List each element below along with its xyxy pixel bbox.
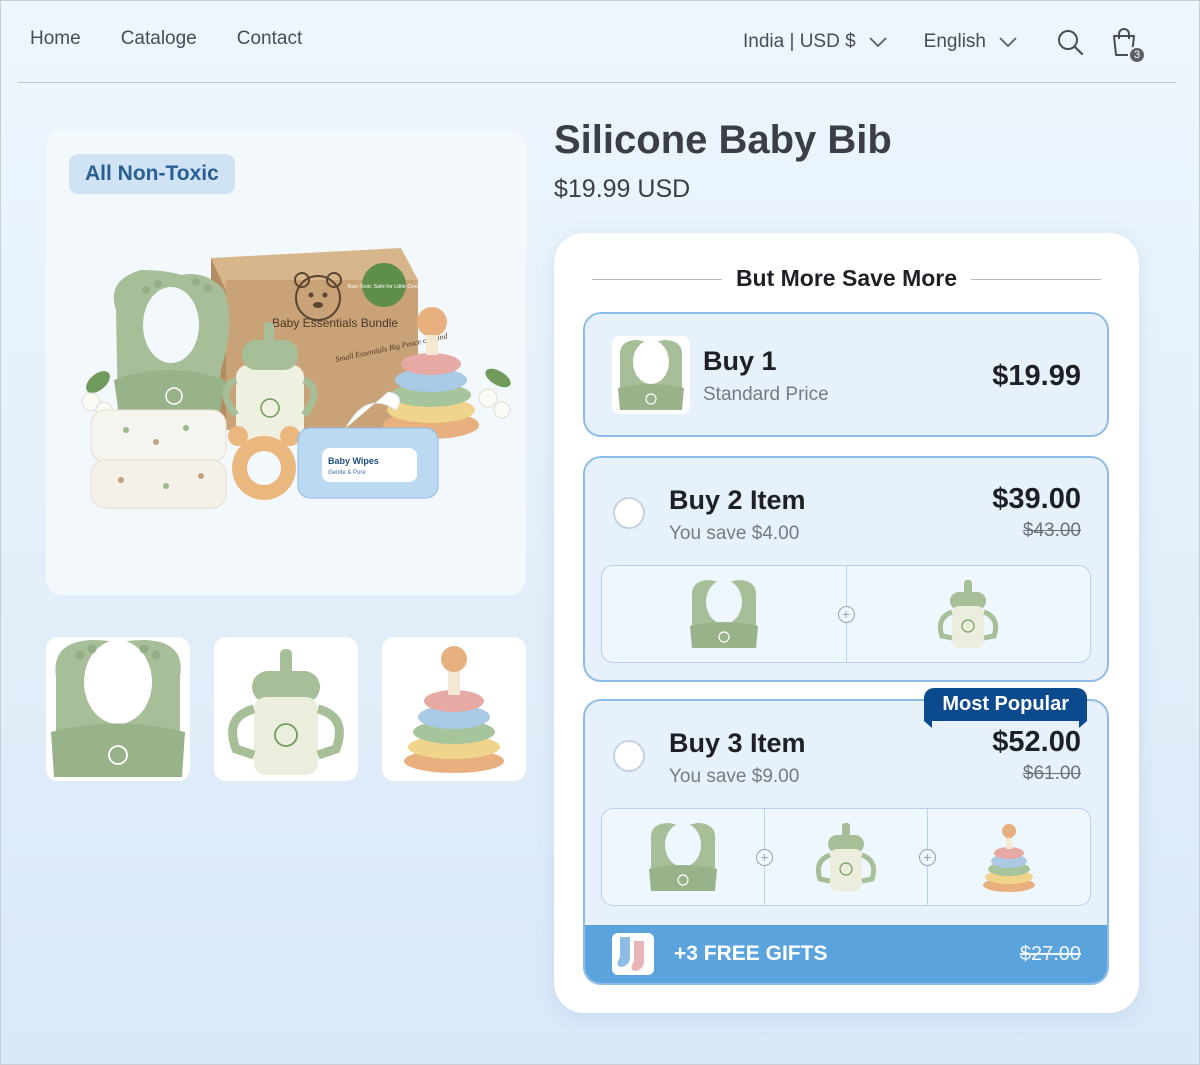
ring-stacker-image xyxy=(983,824,1035,892)
box-title-text: Baby Essentials Bundle xyxy=(272,316,398,330)
cart-button[interactable]: 3 xyxy=(1108,26,1146,64)
bundle-heading: But More Save More xyxy=(554,265,1139,292)
product-title: Silicone Baby Bib xyxy=(554,118,892,162)
cup-image xyxy=(228,649,344,775)
thumbnail-ring-stacker[interactable] xyxy=(382,637,526,781)
tier-title: Buy 2 Item xyxy=(669,485,806,515)
bundle-tier-buy-3[interactable]: Buy 3 Item You save $9.00 $52.00 $61.00 … xyxy=(583,699,1109,985)
free-gifts-old-price: $27.00 xyxy=(1019,942,1081,965)
plus-icon: + xyxy=(919,849,936,866)
non-toxic-badge: All Non-Toxic xyxy=(69,154,235,194)
region-label: India | USD $ xyxy=(743,31,856,52)
header-actions: India | USD $ English 3 xyxy=(743,26,1146,64)
most-popular-badge: Most Popular xyxy=(924,688,1087,728)
region-selector[interactable]: India | USD $ xyxy=(743,31,888,53)
chevron-down-icon xyxy=(999,37,1017,48)
tier-subtitle: You save $4.00 xyxy=(669,523,800,544)
language-selector[interactable]: English xyxy=(924,31,1018,53)
bib-image xyxy=(689,580,758,648)
bundle-items-row: + xyxy=(601,565,1091,663)
tier-subtitle: You save $9.00 xyxy=(669,766,800,787)
bib-image xyxy=(649,823,717,891)
ring-stacker-image xyxy=(404,646,504,773)
tier-price: $19.99 xyxy=(992,360,1081,392)
thumbnail-bib[interactable] xyxy=(46,637,190,781)
plus-icon: + xyxy=(837,606,855,623)
bundle-tier-buy-1[interactable]: Buy 1 Standard Price $19.99 xyxy=(583,312,1109,437)
bundle-tier-buy-2[interactable]: Buy 2 Item You save $4.00 $39.00 $43.00 … xyxy=(583,456,1109,682)
bundle-item: + xyxy=(837,566,1091,662)
cup-image xyxy=(938,580,999,648)
tier-old-price: $43.00 xyxy=(1022,520,1081,541)
bundle-items-row: + + xyxy=(601,808,1091,906)
tier-old-price: $61.00 xyxy=(1022,763,1081,784)
bib-image xyxy=(51,640,185,777)
search-button[interactable] xyxy=(1054,26,1086,58)
bundle-item: + xyxy=(919,809,1090,905)
tier-subtitle: Standard Price xyxy=(703,384,829,405)
tier-radio[interactable] xyxy=(613,740,645,772)
nav-cataloge[interactable]: Cataloge xyxy=(121,28,197,50)
header-divider xyxy=(18,82,1176,83)
thumbnail-cup[interactable] xyxy=(214,637,358,781)
tier-price: $39.00 xyxy=(992,483,1081,515)
main-nav: Home Cataloge Contact xyxy=(30,28,302,50)
bundle-offer-card: But More Save More Buy 1 Standard Price … xyxy=(554,233,1139,1013)
chevron-down-icon xyxy=(869,37,887,48)
bundle-illustration: Baby Essentials Bundle Small Essentials … xyxy=(81,248,511,509)
cup-image xyxy=(815,823,877,891)
language-label: English xyxy=(923,31,986,52)
free-gifts-label: +3 FREE GIFTS xyxy=(674,942,828,965)
product-price: $19.99 USD xyxy=(554,175,691,203)
main-product-image[interactable]: Baby Essentials Bundle Small Essentials … xyxy=(46,130,526,595)
bundle-item xyxy=(602,566,846,662)
plus-icon: + xyxy=(756,849,773,866)
bundle-item: + xyxy=(756,809,927,905)
tier-price: $52.00 xyxy=(992,726,1081,758)
cart-count-badge: 3 xyxy=(1128,46,1146,64)
box-seal-text: Non-Toxic Safe for Little Ones xyxy=(347,284,420,290)
socks-image xyxy=(617,937,644,971)
nav-contact[interactable]: Contact xyxy=(237,28,302,50)
bib-image xyxy=(618,340,684,410)
tier-title: Buy 1 xyxy=(703,346,777,376)
tier-title: Buy 3 Item xyxy=(669,728,806,758)
wipes-sub-text: Gentle & Pure xyxy=(328,470,366,476)
socks-thumbnail xyxy=(612,933,654,975)
tier-bib-thumbnail xyxy=(612,336,690,414)
tier-radio[interactable] xyxy=(613,497,645,529)
search-icon xyxy=(1058,30,1084,56)
bundle-item xyxy=(602,809,764,905)
nav-home[interactable]: Home xyxy=(30,28,81,50)
wipes-label-text: Baby Wipes xyxy=(328,456,379,466)
free-gifts-bar: +3 FREE GIFTS $27.00 xyxy=(585,925,1107,983)
